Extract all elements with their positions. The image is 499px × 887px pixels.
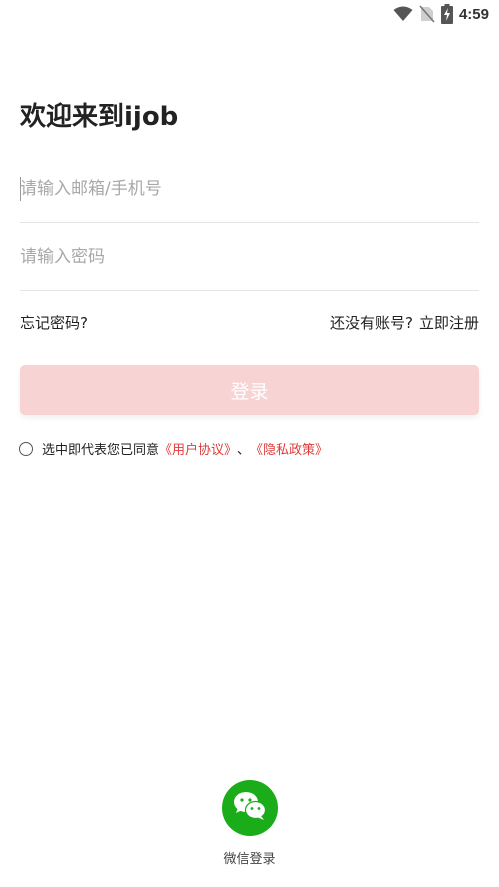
- battery-charging-icon: [440, 4, 453, 24]
- email-phone-input[interactable]: [20, 155, 479, 222]
- page-title: 欢迎来到ijob: [20, 102, 179, 132]
- register-link[interactable]: 立即注册: [419, 314, 479, 332]
- forgot-password-link[interactable]: 忘记密码?: [20, 312, 88, 333]
- wechat-login-label: 微信登录: [223, 852, 276, 867]
- agreement-row: 选中即代表您已同意 《用户协议》 、 《隐私政策》: [19, 439, 328, 458]
- status-time: 4:59: [458, 5, 489, 23]
- password-field-container: [20, 223, 479, 291]
- login-screen: 4:59 欢迎来到ijob 忘记密码? 还没有账号? 立即注册 登录 选中即代表您…: [0, 0, 499, 887]
- text-cursor: [20, 177, 21, 201]
- agreement-radio[interactable]: [19, 441, 33, 456]
- login-button[interactable]: 登录: [20, 365, 479, 415]
- wechat-icon: [233, 791, 267, 825]
- no-sim-icon: [419, 5, 435, 23]
- password-input[interactable]: [20, 223, 479, 290]
- wechat-login-button[interactable]: [221, 780, 278, 836]
- agreement-prefix: 选中即代表您已同意: [42, 443, 160, 458]
- agreement-separator: 、: [237, 443, 251, 458]
- status-bar: 4:59: [0, 0, 499, 28]
- wechat-login: 微信登录: [0, 780, 499, 867]
- user-agreement-link[interactable]: 《用户协议》: [159, 439, 237, 458]
- email-field-container: [20, 155, 479, 223]
- wifi-icon: [393, 6, 413, 22]
- no-account-text: 还没有账号?: [330, 314, 413, 332]
- register-group: 还没有账号? 立即注册: [330, 312, 479, 333]
- privacy-policy-link[interactable]: 《隐私政策》: [250, 439, 328, 458]
- auth-links-row: 忘记密码? 还没有账号? 立即注册: [20, 312, 479, 333]
